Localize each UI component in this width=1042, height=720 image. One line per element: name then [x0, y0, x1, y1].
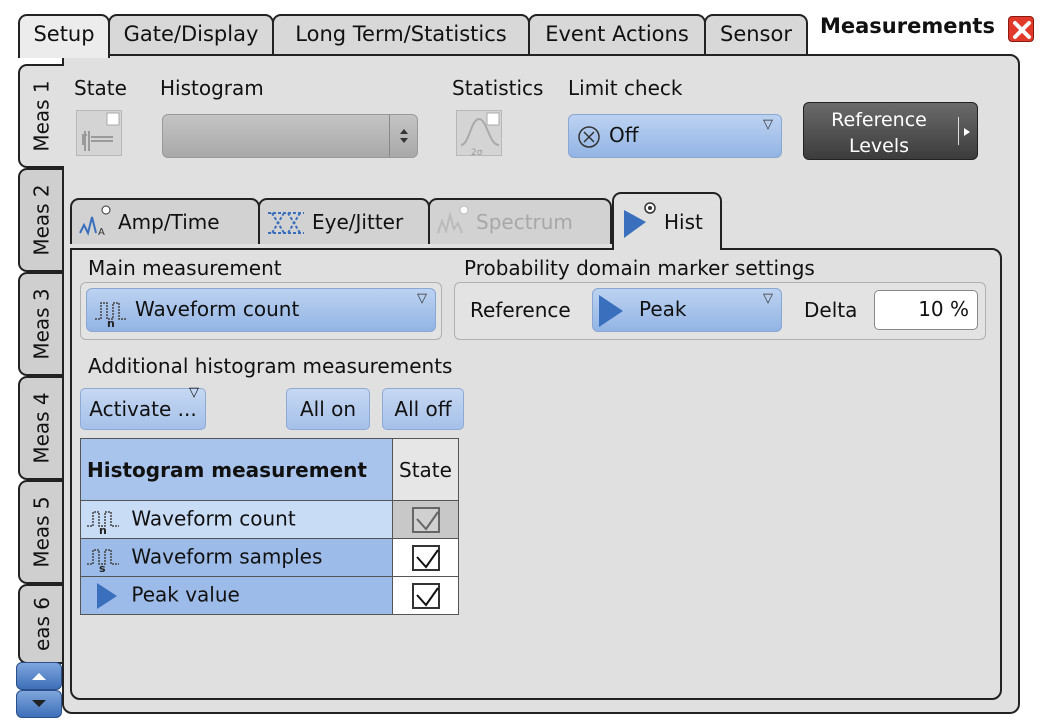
main-measurement-select[interactable]: n Waveform count ▽ [86, 288, 436, 332]
waveform-count-icon: n [95, 302, 127, 327]
delta-input[interactable]: 10 % [874, 290, 978, 330]
table-row[interactable]: n Waveform count [80, 500, 459, 539]
all-off-button[interactable]: All off [382, 388, 464, 430]
checkmark-icon [415, 587, 439, 607]
checkmark-icon [415, 549, 439, 569]
checkmark-icon [415, 511, 439, 531]
row-label: Waveform count [131, 506, 296, 530]
delta-label: Delta [804, 298, 858, 322]
waveform-count-icon: n [87, 510, 119, 537]
reference-label: Reference [470, 298, 571, 322]
row-label: Peak value [131, 582, 240, 606]
row-checkbox[interactable] [411, 582, 440, 609]
activate-button[interactable]: Activate ... ▽ [80, 385, 206, 430]
row-checkbox[interactable] [411, 544, 440, 571]
table-row[interactable]: s Waveform samples [80, 538, 459, 577]
waveform-samples-icon: s [87, 548, 119, 575]
dropdown-arrow-icon: ▽ [417, 291, 427, 306]
svg-text:n: n [99, 524, 107, 534]
table-row[interactable]: Peak value [80, 576, 459, 615]
additional-label: Additional histogram measurements [88, 354, 453, 378]
table-header-measurement: Histogram measurement [80, 438, 393, 501]
histogram-measurement-table: Histogram measurement State n Waveform c… [80, 438, 459, 615]
probability-label: Probability domain marker settings [464, 256, 815, 280]
svg-text:n: n [107, 317, 115, 327]
reference-select[interactable]: Peak ▽ [592, 288, 782, 332]
all-on-button[interactable]: All on [286, 388, 370, 430]
peak-flag-icon [599, 295, 623, 327]
row-checkbox[interactable] [411, 506, 440, 533]
row-label: Waveform samples [131, 544, 323, 568]
main-measurement-label: Main measurement [88, 256, 282, 280]
dropdown-arrow-icon: ▽ [763, 291, 773, 306]
dropdown-arrow-icon: ▽ [189, 385, 199, 400]
peak-flag-icon [97, 582, 117, 609]
table-header-state: State [392, 438, 459, 501]
svg-text:s: s [99, 562, 106, 572]
